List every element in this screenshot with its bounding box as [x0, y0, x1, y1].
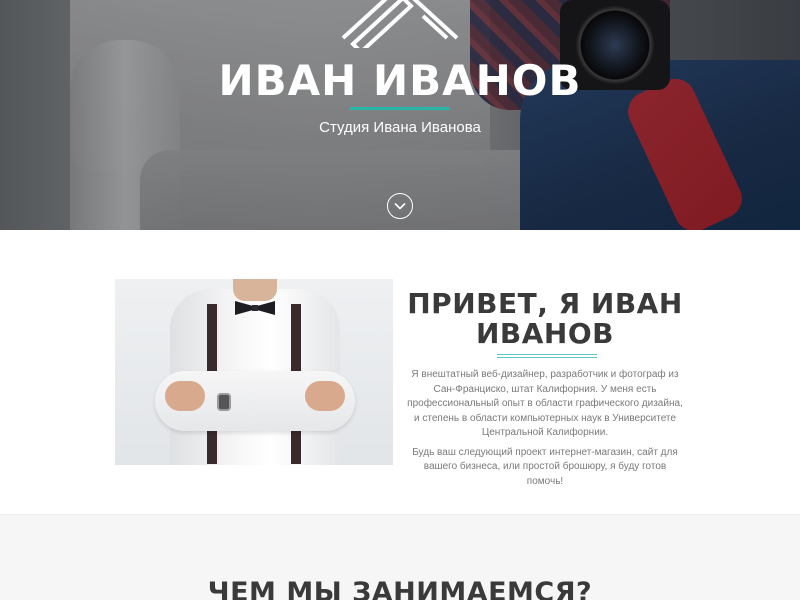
scroll-down-button[interactable]: [387, 193, 413, 219]
title-underline: [350, 107, 450, 110]
services-title: ЧЕМ МЫ ЗАНИМАЕМСЯ?: [207, 577, 593, 600]
about-paragraph: Будь ваш следующий проект интернет-магаз…: [412, 446, 678, 487]
about-paragraph: Я внештатный веб-дизайнер, разработчик и…: [407, 369, 683, 438]
hero-section: ИВАН ИВАНОВ Студия Ивана Иванова: [0, 0, 800, 230]
about-photo: [115, 279, 393, 465]
photo-hand-left: [165, 381, 205, 411]
about-text: Я внештатный веб-дизайнер, разработчик и…: [405, 368, 685, 489]
about-title: ПРИВЕТ, Я ИВАН ИВАНОВ: [407, 287, 683, 350]
photo-neck: [233, 279, 277, 301]
photo-watch: [217, 393, 231, 411]
services-section: ЧЕМ МЫ ЗАНИМАЕМСЯ?: [0, 514, 800, 600]
pencil-chevron-logo-icon: [341, 0, 459, 48]
bowtie-icon: [235, 301, 275, 315]
site-title: ИВАН ИВАНОВ: [218, 56, 582, 105]
chevron-down-icon: [394, 202, 406, 210]
site-subtitle: Студия Ивана Иванова: [319, 119, 481, 136]
about-title-underline: [497, 354, 597, 358]
photo-hand-right: [305, 381, 345, 411]
